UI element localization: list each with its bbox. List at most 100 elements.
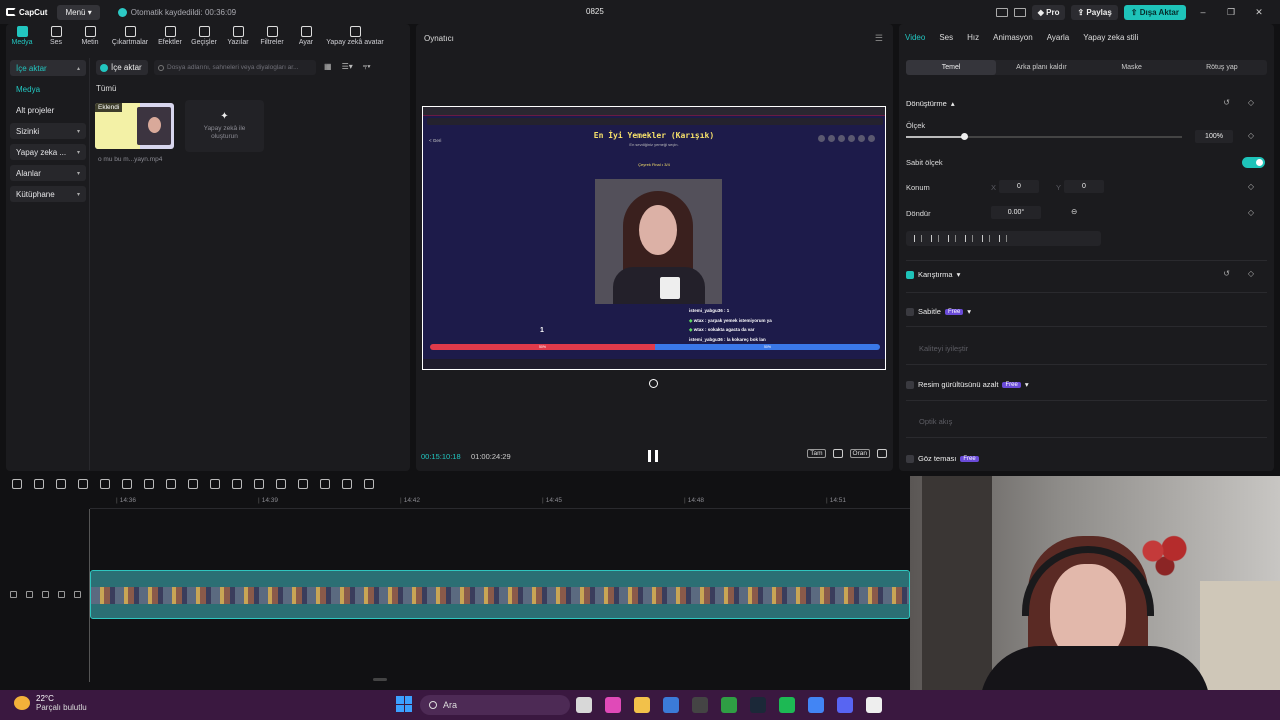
sidebar-item-library[interactable]: Kütüphane ▾	[10, 186, 86, 202]
align-middle-icon[interactable]	[982, 235, 990, 242]
stabilize-section[interactable]: Sabitle Free ▾	[906, 307, 971, 316]
sidebar-item-import[interactable]: İçe aktar ▴	[10, 60, 86, 76]
tab-audio[interactable]: Ses	[939, 33, 953, 42]
view-toggle-icon[interactable]: ▦	[324, 62, 332, 72]
task-view-icon[interactable]	[576, 697, 592, 713]
export-button[interactable]: ⇧ Dışa Aktar	[1123, 4, 1186, 20]
tab-stickers[interactable]: Çıkartmalar	[108, 26, 152, 46]
cutout-icon[interactable]	[276, 479, 286, 489]
tab-effects[interactable]: Efektler	[154, 26, 186, 46]
scale-slider-knob[interactable]	[960, 133, 968, 140]
menu-button[interactable]: Menü ▾	[57, 4, 100, 20]
denoise-checkbox[interactable]	[906, 380, 914, 389]
reset-icon[interactable]: ↺	[1223, 269, 1230, 278]
xbox-icon[interactable]	[721, 697, 737, 713]
video-clip[interactable]	[90, 570, 910, 619]
subtab-mask[interactable]: Maske	[1087, 60, 1177, 75]
scale-slider[interactable]	[906, 133, 1182, 140]
magic-icon[interactable]	[298, 479, 308, 489]
timeline-scrollbar[interactable]	[373, 678, 387, 681]
scale-value-field[interactable]: 100%	[1195, 130, 1233, 143]
curve-icon[interactable]	[210, 479, 220, 489]
rotate-flip-icon[interactable]: ⊖	[1071, 207, 1077, 216]
tab-speed[interactable]: Hız	[967, 33, 979, 42]
media-item[interactable]: Eklendi	[95, 103, 174, 149]
align-right-icon[interactable]	[948, 235, 956, 242]
undo-icon[interactable]	[34, 479, 44, 489]
all-filter-label[interactable]: Tümü	[96, 84, 116, 93]
blend-checkbox[interactable]	[906, 270, 914, 279]
keyframe-icon[interactable]: ◇	[1248, 269, 1254, 278]
pause-button[interactable]	[648, 450, 658, 462]
sidebar-item-spaces[interactable]: Alanlar ▾	[10, 165, 86, 181]
ai-tool-icon[interactable]	[364, 479, 374, 489]
file-explorer-icon[interactable]	[634, 697, 650, 713]
align-toolbar[interactable]	[906, 231, 1101, 246]
align-top-icon[interactable]	[965, 235, 973, 242]
rotate-field[interactable]: 0.00°	[991, 206, 1041, 219]
eye-contact-section[interactable]: Göz teması Free	[906, 454, 979, 463]
copilot-icon[interactable]	[605, 697, 621, 713]
freeze-icon[interactable]	[232, 479, 242, 489]
maximize-icon[interactable]: ❐	[1220, 7, 1242, 18]
subtab-basic[interactable]: Temel	[906, 60, 997, 75]
caption-icon[interactable]	[320, 479, 330, 489]
speaker-icon[interactable]	[58, 591, 65, 598]
filter-icon[interactable]: ⫧▾	[363, 62, 371, 72]
marker-icon[interactable]	[166, 479, 176, 489]
eye-icon[interactable]	[42, 591, 49, 598]
split-icon[interactable]	[78, 479, 88, 489]
ai-create-card[interactable]: ✦ Yapay zekâ ile oluşturun	[185, 100, 264, 152]
windows-start-icon[interactable]	[396, 696, 412, 712]
align-center-icon[interactable]	[931, 235, 939, 242]
tab-adjust[interactable]: Ayarla	[1047, 33, 1070, 42]
mirror-icon[interactable]	[254, 479, 264, 489]
spotify-icon[interactable]	[779, 697, 795, 713]
shortcuts-icon[interactable]	[1013, 7, 1026, 17]
blend-section[interactable]: Karıştırma ▾	[906, 270, 960, 279]
denoise-section[interactable]: Resim gürültüsünü azalt Free ▾	[906, 380, 1029, 389]
tab-filters[interactable]: Filtreler	[256, 26, 288, 46]
media-search-input[interactable]: Dosya adlarını, sahneleri veya diyalogla…	[154, 60, 316, 75]
delete-icon[interactable]	[144, 479, 154, 489]
transform-section[interactable]: Dönüştürme ▴	[906, 99, 955, 108]
discord-icon[interactable]	[837, 697, 853, 713]
share-button[interactable]: ⇪ Paylaş	[1071, 4, 1118, 20]
lock-icon[interactable]	[26, 591, 33, 598]
close-icon[interactable]: ✕	[1248, 7, 1270, 18]
ratio-button[interactable]: Oran	[849, 449, 870, 458]
sidebar-item-ai[interactable]: Yapay zeka ... ▾	[10, 144, 86, 160]
subtab-remove-bg[interactable]: Arka planı kaldır	[996, 60, 1086, 75]
eye-contact-checkbox[interactable]	[906, 454, 914, 463]
track-cover-icon[interactable]	[10, 591, 17, 598]
tab-adjust[interactable]: Ayar	[290, 26, 322, 46]
store-icon[interactable]	[663, 697, 679, 713]
hamburger-icon[interactable]: ☰	[875, 33, 883, 44]
layout-icon[interactable]	[995, 7, 1008, 17]
subtab-retouch[interactable]: Rötuş yap	[1177, 60, 1267, 75]
tab-audio[interactable]: Ses	[40, 26, 72, 46]
full-quality-button[interactable]: Tam	[807, 449, 826, 458]
snapshot-icon[interactable]	[832, 449, 843, 458]
import-button[interactable]: İçe aktar	[96, 60, 148, 75]
resize-icon[interactable]	[342, 479, 352, 489]
keyframe-icon[interactable]: ◇	[1248, 182, 1254, 191]
pro-button[interactable]: ◆ Pro	[1031, 4, 1066, 20]
sidebar-item-yours[interactable]: Sizinki ▾	[10, 123, 86, 139]
rotate-handle-icon[interactable]	[649, 379, 658, 388]
chrome-icon[interactable]	[808, 697, 824, 713]
project-title[interactable]: 0825	[586, 7, 604, 16]
github-icon[interactable]	[692, 697, 708, 713]
pos-x-field[interactable]: 0	[999, 180, 1039, 193]
tab-text[interactable]: Metin	[74, 26, 106, 46]
taskbar-search[interactable]: Ara	[420, 695, 570, 715]
reset-icon[interactable]: ↺	[1223, 98, 1230, 107]
steam-icon[interactable]	[750, 697, 766, 713]
tab-captions[interactable]: Yazılar	[222, 26, 254, 46]
weather-widget[interactable]: 22°C Parçalı bulutlu	[14, 694, 87, 712]
tab-animation[interactable]: Animasyon	[993, 33, 1033, 42]
sidebar-item-subprojects[interactable]: Alt projeler	[10, 102, 86, 118]
align-left-icon[interactable]	[914, 235, 922, 242]
minimize-icon[interactable]: –	[1192, 7, 1214, 17]
fixed-scale-toggle[interactable]	[1242, 157, 1265, 168]
